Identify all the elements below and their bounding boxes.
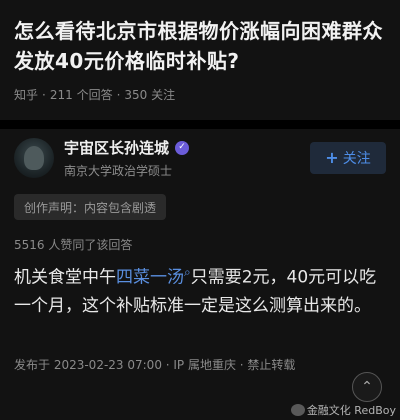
follow-button[interactable]: + 关注	[310, 142, 386, 174]
watermark-text: 金融文化 RedBoy	[306, 404, 396, 417]
author-name[interactable]: 宇宙区长孙连城	[64, 137, 169, 158]
source-label: 知乎	[14, 88, 39, 102]
meta-separator: ·	[116, 87, 121, 102]
section-divider	[0, 120, 400, 129]
author-description: 南京大学政治学硕士	[64, 164, 173, 178]
watermark: 金融文化 RedBoy	[290, 402, 396, 418]
author-row: 宇宙区长孙连城 ✓ 南京大学政治学硕士 + 关注	[14, 136, 386, 180]
question-title[interactable]: 怎么看待北京市根据物价涨幅向困难群众发放40元价格临时补贴?	[14, 16, 386, 76]
answer-body: 机关食堂中午四菜一汤⌕只需要2元，40元可以吃一个月，这个补贴标准一定是这么测算…	[14, 258, 386, 320]
meta-separator: ·	[42, 87, 46, 102]
likes-count: 5516 人赞同了该回答	[14, 238, 133, 252]
follower-count: 350 关注	[124, 88, 176, 102]
answer-footer: 发布于 2023-02-23 07:00 · IP 属地重庆 · 禁止转载	[14, 358, 296, 372]
answer-count[interactable]: 211 个回答	[50, 86, 113, 103]
search-icon[interactable]: ⌕	[184, 265, 191, 279]
author-name-line: 宇宙区长孙连城 ✓	[64, 137, 310, 158]
author-info: 宇宙区长孙连城 ✓ 南京大学政治学硕士	[64, 137, 310, 179]
answer-text-before: 机关食堂中午	[14, 267, 116, 288]
avatar[interactable]	[14, 138, 54, 178]
creation-claim-badge: 创作声明：内容包含剧透	[14, 194, 167, 220]
verified-badge-icon: ✓	[175, 140, 190, 155]
watermark-logo-icon	[290, 404, 305, 416]
arrow-up-icon[interactable]: ⌃	[352, 372, 382, 402]
plus-icon: +	[325, 148, 339, 167]
question-meta: 知乎 · 211 个回答 · 350 关注	[14, 86, 386, 103]
question-header: 怎么看待北京市根据物价涨幅向困难群众发放40元价格临时补贴? 知乎 · 211 …	[0, 0, 400, 103]
follow-label: 关注	[342, 151, 371, 167]
answer-search-link[interactable]: 四菜一汤	[116, 268, 184, 288]
